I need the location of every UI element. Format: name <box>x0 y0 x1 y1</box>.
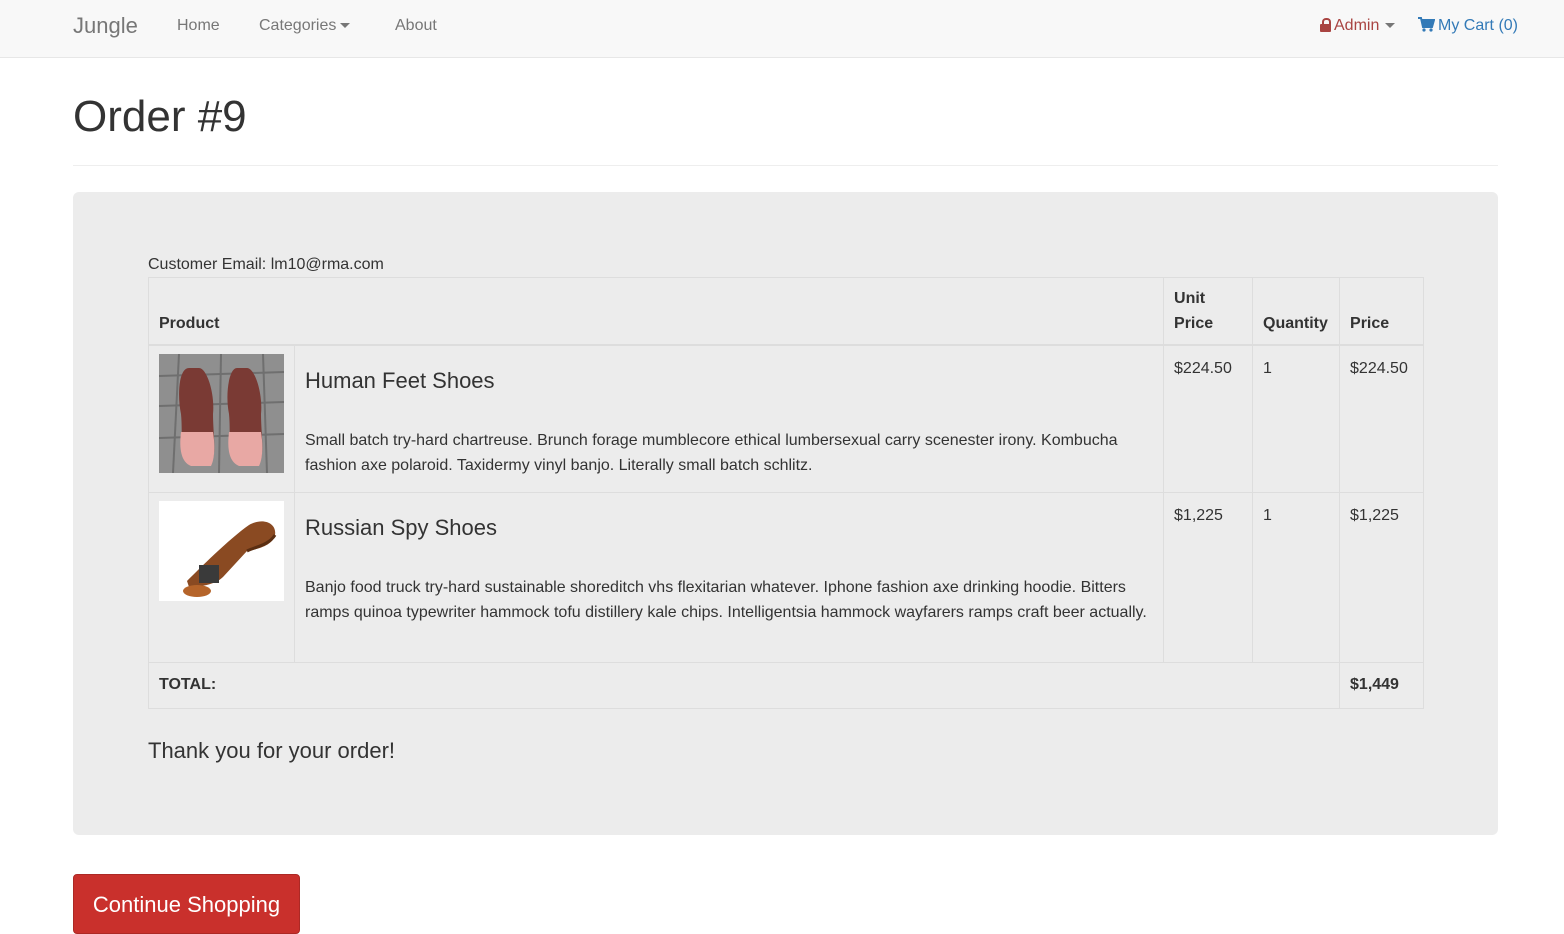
total-row: TOTAL: $1,449 <box>147 661 1425 709</box>
line-price: $224.50 <box>1339 344 1425 493</box>
caret-down-icon <box>1385 23 1396 29</box>
top-navbar: Jungle Home Categories About Admin My Ca… <box>0 0 1564 58</box>
nav-categories-dropdown[interactable]: Categories <box>259 17 351 35</box>
order-table: Product Unit Price Quantity Price Human … <box>147 277 1425 709</box>
continue-shopping-button[interactable]: Continue Shopping <box>73 874 300 934</box>
product-description: Small batch try-hard chartreuse. Brunch … <box>305 432 1118 474</box>
shopping-cart-icon <box>1418 17 1435 32</box>
header-unit-price: Unit Price <box>1163 277 1254 346</box>
total-label: TOTAL: <box>147 661 1341 709</box>
product-image-cell <box>148 344 295 493</box>
product-name: Russian Spy Shoes <box>305 514 497 540</box>
page-title: Order #9 <box>73 92 247 141</box>
russian-spy-shoes-image <box>159 500 284 601</box>
product-name: Human Feet Shoes <box>305 368 495 393</box>
lock-icon <box>1320 18 1331 32</box>
nav-categories-label: Categories <box>259 17 337 34</box>
admin-dropdown[interactable]: Admin <box>1320 17 1396 35</box>
customer-email-value: lm10@rma.com <box>270 256 384 273</box>
product-info-cell: Russian Spy Shoes Banjo food truck try-h… <box>293 491 1165 663</box>
thank-you-message: Thank you for your order! <box>148 738 396 763</box>
customer-email: Customer Email: lm10@rma.com <box>148 256 384 274</box>
product-description: Banjo food truck try-hard sustainable sh… <box>305 578 1147 621</box>
table-row: Russian Spy Shoes Banjo food truck try-h… <box>148 491 1425 663</box>
nav-about-link[interactable]: About <box>395 17 437 35</box>
quantity: 1 <box>1252 491 1341 663</box>
quantity: 1 <box>1252 344 1341 493</box>
title-divider <box>73 165 1498 166</box>
brand-link[interactable]: Jungle <box>73 13 138 39</box>
unit-price: $224.50 <box>1163 344 1254 493</box>
admin-label: Admin <box>1334 17 1380 34</box>
unit-price: $1,225 <box>1163 491 1254 663</box>
customer-email-label: Customer Email: <box>148 256 267 273</box>
header-product: Product <box>147 277 1165 346</box>
product-image-cell <box>148 491 295 663</box>
header-quantity: Quantity <box>1252 277 1341 346</box>
total-value: $1,449 <box>1339 661 1425 709</box>
table-header-row: Product Unit Price Quantity Price <box>147 277 1425 346</box>
nav-home-link[interactable]: Home <box>177 17 220 35</box>
header-price: Price <box>1339 277 1425 346</box>
table-row: Human Feet Shoes Small batch try-hard ch… <box>148 344 1425 493</box>
caret-down-icon <box>340 23 351 29</box>
my-cart-label: My Cart (0) <box>1438 17 1518 34</box>
my-cart-link[interactable]: My Cart (0) <box>1418 17 1518 35</box>
product-info-cell: Human Feet Shoes Small batch try-hard ch… <box>293 344 1165 493</box>
human-feet-shoes-image <box>159 354 284 473</box>
line-price: $1,225 <box>1339 491 1425 663</box>
